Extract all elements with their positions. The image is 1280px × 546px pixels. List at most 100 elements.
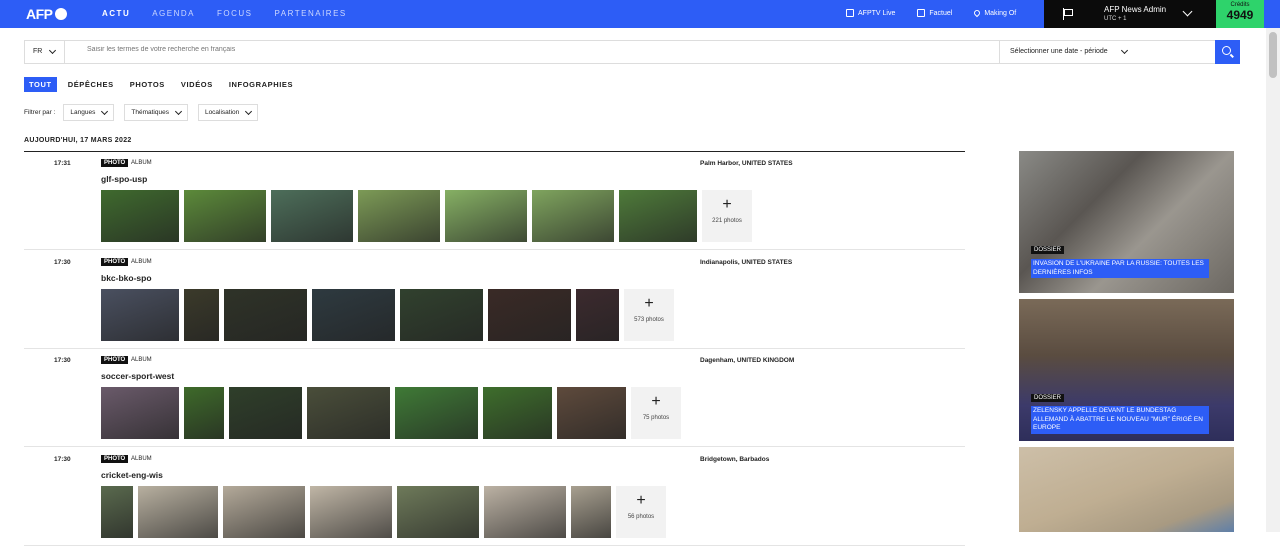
photo-thumbnail[interactable]	[400, 289, 483, 341]
photo-thumbnail[interactable]	[571, 486, 611, 538]
afptv-live-label: AFPTV Live	[858, 9, 896, 17]
more-photos-button[interactable]: +573 photos	[624, 289, 674, 341]
chevron-down-icon	[174, 107, 182, 116]
dossier-card[interactable]: DOSSIER ZELENSKY APPELLE DEVANT LE BUNDE…	[1019, 299, 1234, 441]
logo-dot-icon	[54, 8, 67, 20]
photo-thumbnail[interactable]	[229, 387, 302, 439]
plus-icon: +	[651, 393, 661, 410]
dossier-card[interactable]	[1019, 447, 1234, 532]
checklist-icon	[917, 9, 926, 17]
more-photos-button[interactable]: +221 photos	[702, 190, 752, 242]
feed-item[interactable]: 17:30 PHOTO ALBUM cricket-eng-wis Bridge…	[24, 448, 965, 546]
location-pin-icon	[973, 8, 982, 18]
tab-videos[interactable]: VIDÉOS	[176, 77, 218, 92]
tab-depeches[interactable]: DÉPÊCHES	[63, 77, 119, 92]
plus-icon: +	[644, 295, 654, 312]
feed-title[interactable]: glf-spo-usp	[101, 174, 147, 184]
factuel-link[interactable]: Factuel	[917, 9, 952, 17]
photo-thumbnail[interactable]	[271, 190, 353, 242]
feed-title[interactable]: soccer-sport-west	[101, 371, 174, 381]
feed-item[interactable]: 17:30 PHOTO ALBUM bkc-bko-spo Indianapol…	[24, 251, 965, 349]
photo-thumbnail[interactable]	[224, 289, 307, 341]
photo-thumbnail[interactable]	[532, 190, 614, 242]
credits-badge: Crédits 4949	[1216, 0, 1264, 28]
chevron-down-icon	[1120, 46, 1129, 55]
tab-tout[interactable]: TOUT	[24, 77, 57, 92]
scrollbar-thumb[interactable]	[1269, 32, 1277, 78]
nav-focus[interactable]: FOCUS	[217, 9, 253, 18]
filter-localisation[interactable]: Localisation	[197, 104, 259, 121]
photo-thumbnail[interactable]	[101, 387, 179, 439]
chevron-down-icon[interactable]	[1182, 6, 1193, 17]
language-select[interactable]: FR	[25, 41, 65, 63]
chevron-down-icon	[48, 46, 57, 55]
photo-thumbnail[interactable]	[619, 190, 697, 242]
dossier-card[interactable]: DOSSIER INVASION DE L'UKRAINE PAR LA RUS…	[1019, 151, 1234, 293]
more-photos-count: 75 photos	[642, 415, 670, 421]
feed-title[interactable]: bkc-bko-spo	[101, 273, 152, 283]
search-input[interactable]	[87, 46, 587, 53]
nav-agenda[interactable]: AGENDA	[152, 9, 195, 18]
top-links: AFPTV Live Factuel Making Of	[846, 8, 1038, 18]
user-menu[interactable]: AFP News Admin UTC + 1	[1044, 0, 1216, 28]
photo-thumbnail[interactable]	[488, 289, 571, 341]
date-range-select[interactable]: Sélectionner une date - période	[999, 41, 1215, 63]
photo-thumbnail[interactable]	[307, 387, 390, 439]
tab-infographies[interactable]: INFOGRAPHIES	[224, 77, 298, 92]
afptv-live-link[interactable]: AFPTV Live	[846, 9, 895, 17]
photo-thumbnail[interactable]	[397, 486, 479, 538]
photo-thumbnail[interactable]	[557, 387, 626, 439]
photo-thumbnail[interactable]	[101, 486, 133, 538]
feed-item[interactable]: 17:30 PHOTO ALBUM soccer-sport-west Dage…	[24, 349, 965, 447]
filter-thematiques-label: Thématiques	[131, 109, 169, 116]
feed-subtype: ALBUM	[131, 456, 152, 462]
photo-thumbnail[interactable]	[484, 486, 566, 538]
photo-thumbnail[interactable]	[184, 387, 224, 439]
feed-subtype: ALBUM	[131, 160, 152, 166]
more-photos-count: 221 photos	[712, 218, 742, 224]
photo-thumbnail[interactable]	[310, 486, 392, 538]
more-photos-button[interactable]: +75 photos	[631, 387, 681, 439]
photo-thumbnail[interactable]	[395, 387, 478, 439]
dossier-title[interactable]: INVASION DE L'UKRAINE PAR LA RUSSIE: TOU…	[1031, 259, 1209, 278]
photo-thumbnail[interactable]	[101, 289, 179, 341]
dossier-title[interactable]: ZELENSKY APPELLE DEVANT LE BUNDESTAG ALL…	[1031, 406, 1209, 434]
top-bar: AFP ACTU AGENDA FOCUS PARTENAIRES AFPTV …	[0, 0, 1280, 28]
photo-thumbnail[interactable]	[576, 289, 619, 341]
more-photos-button[interactable]: +56 photos	[616, 486, 666, 538]
nav-actu[interactable]: ACTU	[102, 9, 130, 18]
filter-langues[interactable]: Langues	[63, 104, 115, 121]
content-type-tabs: TOUT DÉPÊCHES PHOTOS VIDÉOS INFOGRAPHIES	[24, 77, 304, 92]
feed-time: 17:30	[54, 456, 71, 463]
feed-title[interactable]: cricket-eng-wis	[101, 470, 163, 480]
feed-location: Indianapolis, UNITED STATES	[700, 259, 793, 266]
page-scrollbar[interactable]	[1266, 28, 1280, 532]
filter-thematiques[interactable]: Thématiques	[124, 104, 188, 121]
language-value: FR	[33, 48, 43, 55]
photo-thumbnail[interactable]	[184, 289, 219, 341]
photo-thumbnail[interactable]	[358, 190, 440, 242]
photo-thumbnail[interactable]	[445, 190, 527, 242]
photo-thumbnail[interactable]	[184, 190, 266, 242]
making-of-link[interactable]: Making Of	[973, 8, 1016, 18]
photo-thumbnail[interactable]	[483, 387, 552, 439]
feed-item[interactable]: 17:31 PHOTO ALBUM glf-spo-usp Palm Harbo…	[24, 152, 965, 250]
photo-thumbnail[interactable]	[223, 486, 305, 538]
feed-location: Dagenham, UNITED KINGDOM	[700, 357, 795, 364]
search-icon-handle	[1230, 53, 1234, 58]
search-button[interactable]	[1215, 40, 1240, 64]
feed-time: 17:30	[54, 259, 71, 266]
photo-thumbnail[interactable]	[138, 486, 218, 538]
nav-partenaires[interactable]: PARTENAIRES	[275, 9, 347, 18]
logo-text: AFP	[26, 6, 53, 22]
photo-thumbnail[interactable]	[312, 289, 395, 341]
plus-icon: +	[636, 492, 646, 509]
chevron-down-icon	[245, 107, 253, 116]
flag-icon[interactable]	[1063, 8, 1073, 20]
user-timezone: UTC + 1	[1104, 16, 1127, 22]
tab-photos[interactable]: PHOTOS	[125, 77, 170, 92]
tv-icon	[846, 9, 854, 17]
afp-logo[interactable]: AFP	[26, 6, 67, 22]
photo-thumbnail[interactable]	[101, 190, 179, 242]
date-heading: AUJOURD'HUI, 17 MARS 2022	[24, 137, 132, 144]
